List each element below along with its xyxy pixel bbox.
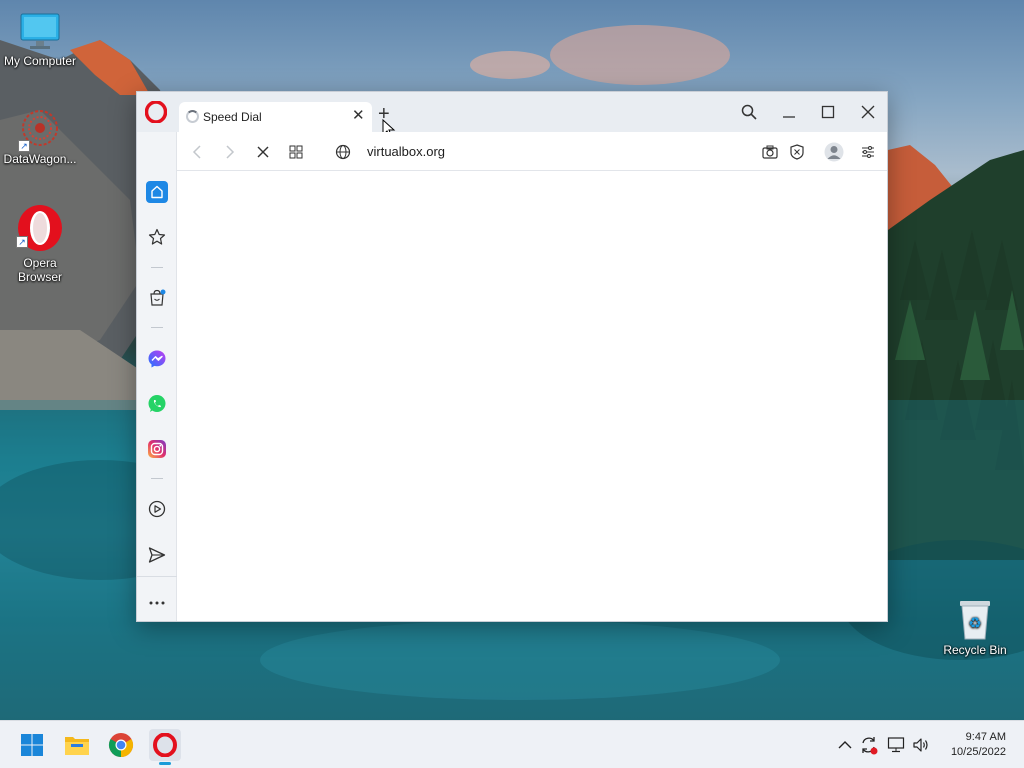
clock-time: 9:47 AM	[965, 731, 1006, 743]
player-icon[interactable]	[146, 498, 168, 520]
opera-taskbar-icon[interactable]	[149, 729, 181, 765]
shopping-icon[interactable]	[146, 287, 168, 309]
bookmarks-icon[interactable]	[146, 226, 168, 248]
whatsapp-icon[interactable]	[146, 393, 168, 415]
more-icon[interactable]	[146, 592, 168, 614]
forward-button[interactable]	[220, 142, 240, 162]
tab-title: Speed Dial	[203, 110, 262, 124]
clock-date: 10/25/2022	[950, 746, 1006, 758]
title-bar: Speed Dial ✕ +	[137, 92, 887, 139]
recycle-bin-icon: ♻	[955, 597, 995, 641]
search-tabs-icon[interactable]	[735, 98, 763, 126]
globe-icon[interactable]	[333, 142, 353, 162]
monitor-icon	[18, 12, 62, 52]
sidebar-divider	[151, 327, 163, 328]
tab-close-icon[interactable]: ✕	[352, 108, 366, 124]
messenger-icon[interactable]	[146, 348, 168, 370]
shortcut-arrow-icon: ↗	[18, 140, 30, 152]
easy-setup-icon[interactable]	[858, 142, 878, 162]
active-app-indicator	[159, 762, 171, 765]
desktop-icon-datawagon[interactable]: ↗ DataWagon...	[0, 108, 80, 166]
sidebar-divider	[151, 267, 163, 268]
minimize-button[interactable]	[775, 98, 803, 126]
back-button[interactable]	[187, 142, 207, 162]
profile-avatar-icon[interactable]	[824, 142, 844, 162]
chrome-icon[interactable]	[105, 729, 137, 761]
desktop-icon-label: My Computer	[3, 54, 77, 68]
sidebar-divider	[151, 478, 163, 479]
opera-sidebar	[137, 132, 177, 621]
close-window-button[interactable]	[854, 98, 882, 126]
ad-blocker-icon[interactable]	[787, 142, 807, 162]
home-icon[interactable]	[146, 181, 168, 203]
sidebar-divider	[137, 576, 177, 577]
volume-icon[interactable]	[911, 735, 931, 755]
opera-browser-window: Speed Dial ✕ + virtualbox.org	[136, 91, 888, 622]
datawagon-icon: ↗	[18, 108, 62, 152]
shortcut-arrow-icon: ↗	[16, 236, 28, 248]
opera-menu-icon[interactable]	[144, 100, 168, 124]
maximize-button[interactable]	[814, 98, 842, 126]
desktop-icon-my-computer[interactable]: My Computer	[0, 12, 80, 68]
taskbar: 9:47 AM 10/25/2022	[0, 720, 1024, 768]
network-icon[interactable]	[886, 735, 906, 755]
sync-status-icon[interactable]	[859, 735, 879, 755]
desktop-icon-label: DataWagon...	[3, 152, 77, 166]
send-icon[interactable]	[146, 544, 168, 566]
tab-overview-icon[interactable]	[286, 142, 306, 162]
start-button[interactable]	[16, 729, 48, 761]
desktop-icon-opera-browser[interactable]: ↗ Opera Browser	[0, 204, 80, 284]
page-content-area[interactable]	[177, 172, 887, 621]
show-hidden-icons-chevron-icon[interactable]	[835, 735, 855, 755]
snapshot-camera-icon[interactable]	[760, 142, 780, 162]
opera-icon: ↗	[16, 204, 64, 254]
tab-speed-dial[interactable]: Speed Dial ✕	[179, 102, 372, 132]
loading-spinner-icon	[186, 110, 199, 123]
stop-loading-button[interactable]	[253, 142, 273, 162]
desktop-icon-label: Opera Browser	[17, 256, 62, 284]
instagram-icon[interactable]	[146, 438, 168, 460]
file-explorer-icon[interactable]	[61, 729, 93, 761]
desktop-icon-label: Recycle Bin	[943, 643, 1007, 657]
desktop-icon-recycle-bin[interactable]: ♻ Recycle Bin	[935, 597, 1015, 657]
system-clock[interactable]: 9:47 AM 10/25/2022	[936, 730, 1006, 760]
svg-text:♻: ♻	[968, 614, 981, 632]
address-bar-url[interactable]: virtualbox.org	[367, 144, 445, 159]
navigation-toolbar: virtualbox.org	[177, 132, 887, 171]
